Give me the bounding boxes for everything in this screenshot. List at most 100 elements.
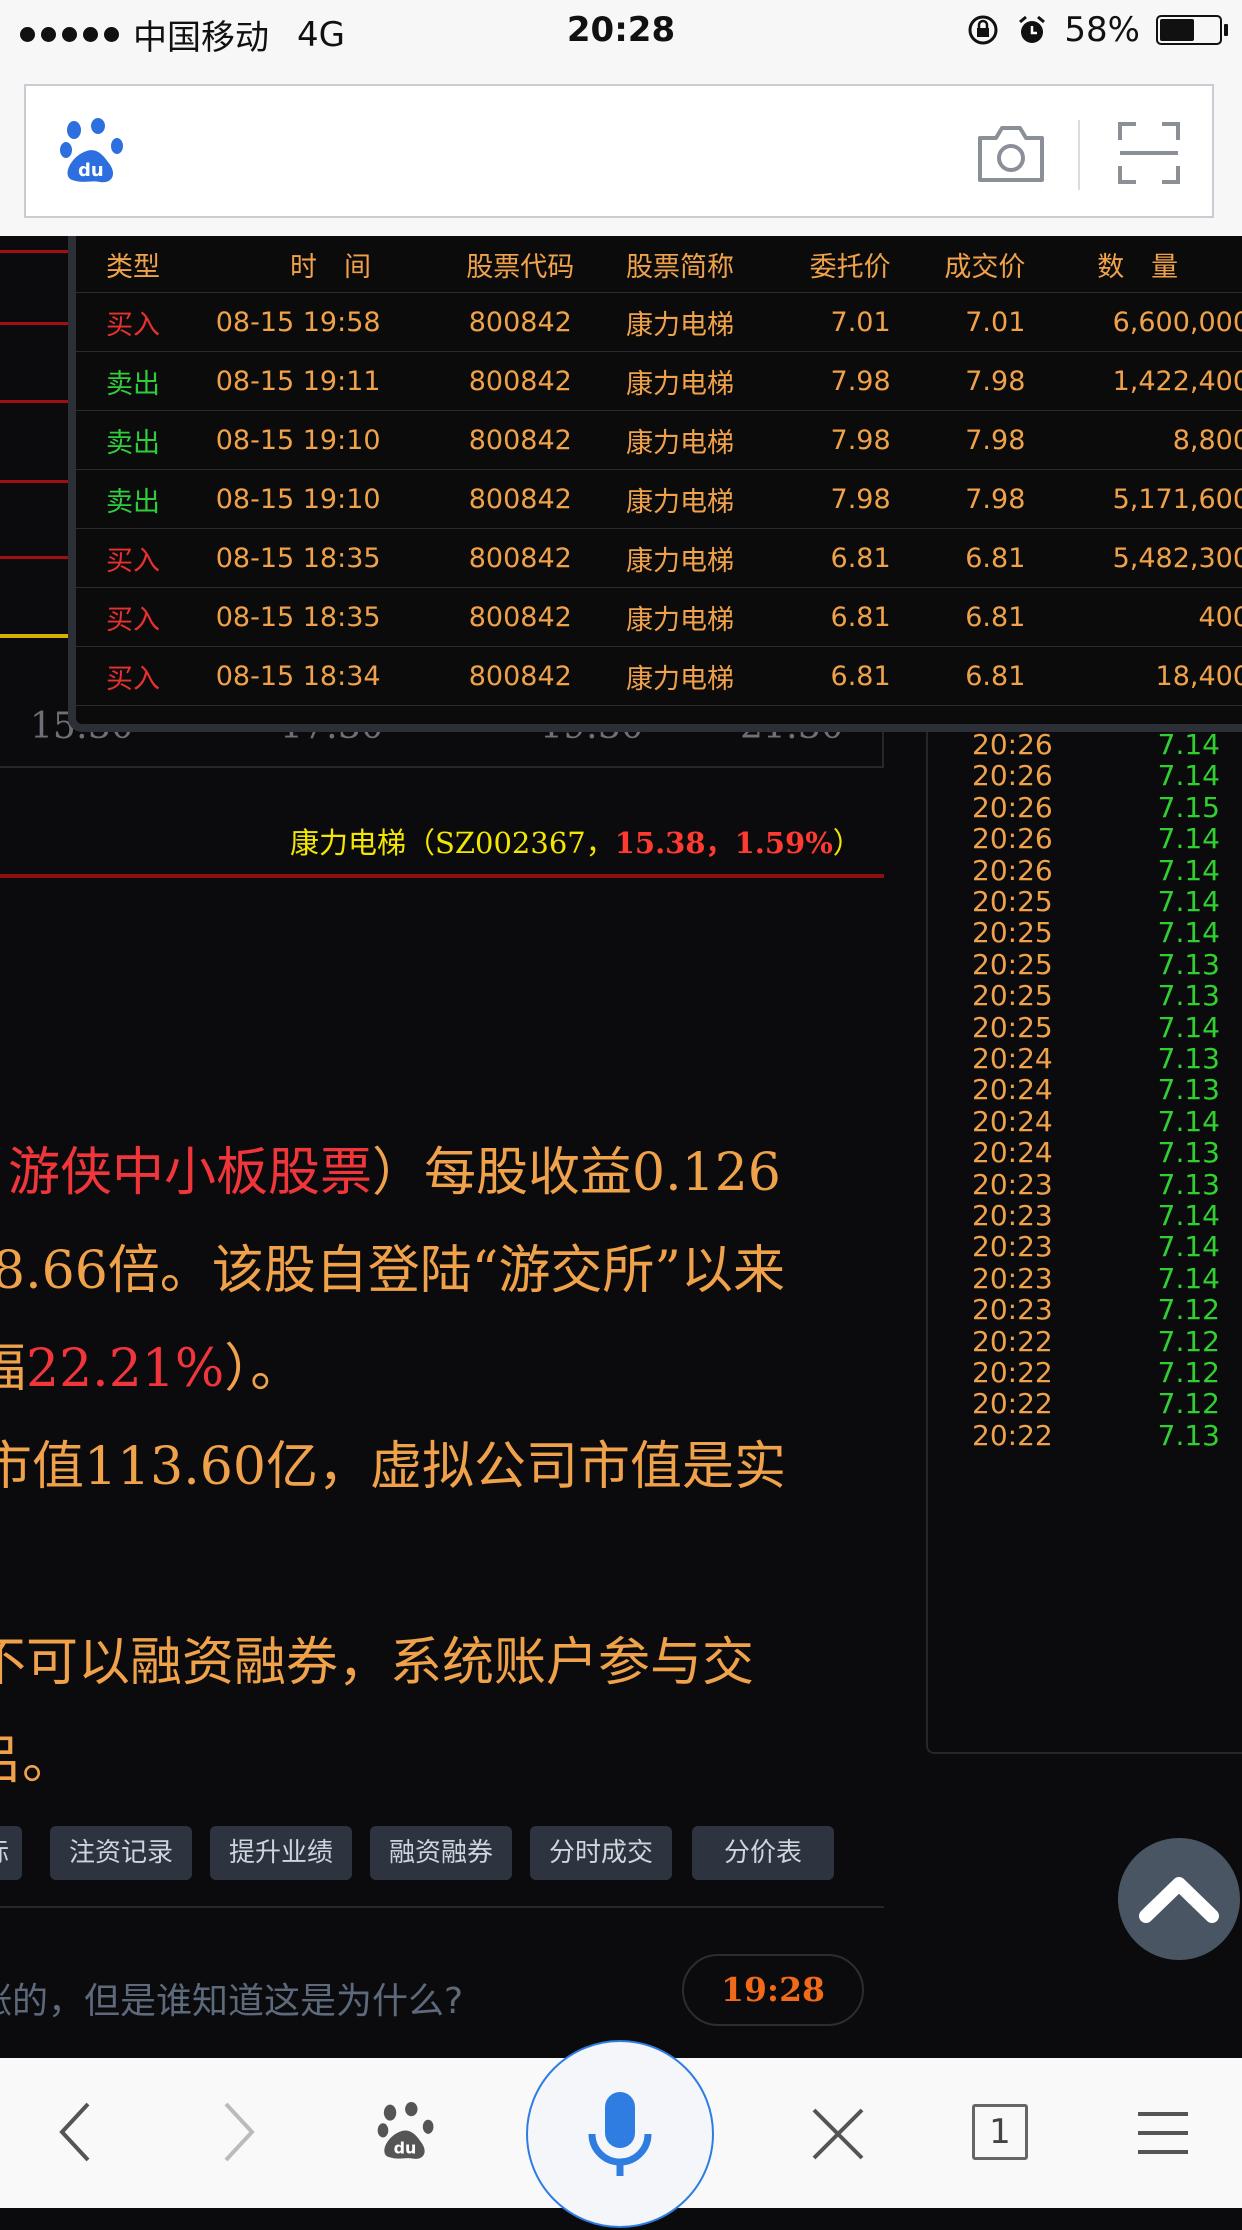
trade-time: 08-15 19:10 (215, 469, 446, 529)
tick-time: 20:22 (972, 1324, 1053, 1358)
trade-row: 买入 08-15 18:35 800842 康力电梯 6.81 6.81 400 (76, 587, 1242, 647)
header-name: 股票简称 (595, 236, 765, 293)
article-line: 福22.21%）。 (0, 1326, 302, 1401)
trade-type: 买入 (76, 528, 216, 588)
trade-row: 买入 08-15 18:34 800842 康力电梯 6.81 6.81 18,400 (76, 646, 1242, 706)
tick-time: 20:25 (972, 979, 1053, 1013)
trade-code: 800842 (445, 292, 596, 352)
tag-bar: 标 注资记录 提升业绩 融资融券 分时成交 分价表 (0, 1826, 884, 1880)
tag-button[interactable]: 分价表 (692, 1826, 834, 1880)
tick-time: 20:23 (972, 1293, 1053, 1327)
tick-price: 7.12 (1157, 1387, 1220, 1421)
article-line: 吕。 (0, 1731, 75, 1791)
trade-code: 800842 (445, 469, 596, 529)
trade-name: 康力电梯 (595, 646, 765, 706)
trade-table-header: 类型 时 间 股票代码 股票简称 委托价 成交价 数 量 (76, 236, 1242, 293)
trade-deal-price: 6.81 (890, 528, 1026, 588)
scan-icon[interactable] (1118, 122, 1180, 184)
tag-button[interactable]: 融资融券 (370, 1826, 512, 1880)
trade-row: 卖出 08-15 19:10 800842 康力电梯 7.98 7.98 8,800 (76, 410, 1242, 470)
tick-price: 7.14 (1157, 759, 1220, 793)
article-highlight: 游侠中小板股票 (8, 1143, 373, 1203)
trade-deal-price: 6.81 (890, 646, 1026, 706)
tab-switcher-button[interactable]: 1 (972, 2104, 1028, 2160)
tick-price: 7.12 (1157, 1324, 1220, 1358)
forward-icon[interactable] (218, 2100, 258, 2164)
tick-price: 7.12 (1157, 1293, 1220, 1327)
comment-time-badge: 19:28 (682, 1954, 864, 2026)
trade-quantity: 6,600,000 (1025, 292, 1242, 352)
header-entrust-price: 委托价 (764, 236, 891, 293)
menu-icon[interactable] (1136, 2110, 1190, 2156)
trade-quantity: 400 (1025, 587, 1242, 647)
trade-name: 康力电梯 (595, 587, 765, 647)
trade-type: 买入 (76, 646, 216, 706)
trade-row: 买入 08-15 18:35 800842 康力电梯 6.81 6.81 5,482,300 (76, 528, 1242, 588)
tick-time: 20:26 (972, 853, 1053, 887)
trade-code: 800842 (445, 410, 596, 470)
tag-button[interactable]: 提升业绩 (210, 1826, 352, 1880)
search-input[interactable]: du (24, 84, 1214, 218)
svg-text:du: du (394, 2138, 417, 2157)
tag-button[interactable]: 标 (0, 1826, 22, 1880)
alarm-icon (1019, 15, 1046, 43)
tick-time: 20:26 (972, 759, 1053, 793)
article-text: ）。 (224, 1339, 303, 1399)
chart-gridline (0, 480, 70, 483)
battery-percent: 58% (1064, 10, 1140, 50)
trade-table: 类型 时 间 股票代码 股票简称 委托价 成交价 数 量 买入 08-15 19:… (76, 236, 1242, 706)
tick-time: 20:25 (972, 1010, 1053, 1044)
chart-gridline (0, 556, 70, 559)
trade-quantity: 5,171,600 (1025, 469, 1242, 529)
close-icon[interactable] (810, 2106, 866, 2162)
trade-deal-price: 7.98 (890, 351, 1026, 411)
trade-quantity: 1,422,400 (1025, 351, 1242, 411)
tick-time: 20:23 (972, 1230, 1053, 1264)
trade-deal-price: 7.98 (890, 410, 1026, 470)
chart-gridline (0, 250, 70, 253)
tick-time: 20:24 (972, 1073, 1053, 1107)
trade-quantity: 8,800 (1025, 410, 1242, 470)
trade-type: 卖出 (76, 469, 216, 529)
tick-price: 7.14 (1157, 916, 1220, 950)
voice-search-button[interactable] (526, 2040, 714, 2228)
trade-deal-price: 6.81 (890, 587, 1026, 647)
tag-button[interactable]: 分时成交 (530, 1826, 672, 1880)
tag-button[interactable]: 注资记录 (50, 1826, 192, 1880)
back-icon[interactable] (56, 2100, 96, 2164)
trade-time: 08-15 18:35 (215, 587, 446, 647)
camera-icon[interactable] (976, 120, 1046, 186)
stock-change: 1.59% (734, 826, 833, 860)
trade-type: 卖出 (76, 410, 216, 470)
trade-code: 800842 (445, 351, 596, 411)
trade-type: 买入 (76, 292, 216, 352)
article-highlight: 22.21% (26, 1339, 225, 1399)
tick-price: 7.14 (1157, 885, 1220, 918)
trade-code: 800842 (445, 587, 596, 647)
trade-entrust-price: 7.98 (764, 410, 891, 470)
trade-name: 康力电梯 (595, 469, 765, 529)
trade-entrust-price: 7.01 (764, 292, 891, 352)
trade-time: 08-15 19:10 (215, 410, 446, 470)
tick-price: 7.13 (1157, 979, 1220, 1013)
header-deal-price: 成交价 (890, 236, 1026, 293)
rotation-lock-icon (968, 15, 998, 45)
trade-type: 卖出 (76, 351, 216, 411)
tick-time: 20:24 (972, 1104, 1053, 1138)
trade-time: 08-15 18:35 (215, 528, 446, 588)
tick-price: 7.13 (1157, 947, 1220, 981)
tick-time: 20:25 (972, 916, 1053, 950)
baidu-home-icon[interactable]: du (374, 2102, 438, 2164)
chart-gridline (0, 400, 70, 403)
article-line: 游侠中小板股票）每股收益0.126 (8, 1130, 781, 1205)
scroll-to-top-button[interactable] (1118, 1838, 1240, 1960)
article-line: 不可以融资融券，系统账户参与交 (0, 1633, 755, 1693)
article-line: 8.66倍。该股自登陆“游交所”以来 (0, 1241, 785, 1301)
trade-row: 卖出 08-15 19:10 800842 康力电梯 7.98 7.98 5,171,600 (76, 469, 1242, 529)
tick-price: 7.14 (1157, 1199, 1220, 1232)
baidu-paw-logo-icon[interactable]: du (60, 118, 124, 188)
tick-price: 7.14 (1157, 1104, 1220, 1138)
stock-title-suffix: ） (832, 826, 862, 860)
content-divider (0, 1906, 884, 1908)
tick-price: 7.13 (1157, 1136, 1220, 1170)
